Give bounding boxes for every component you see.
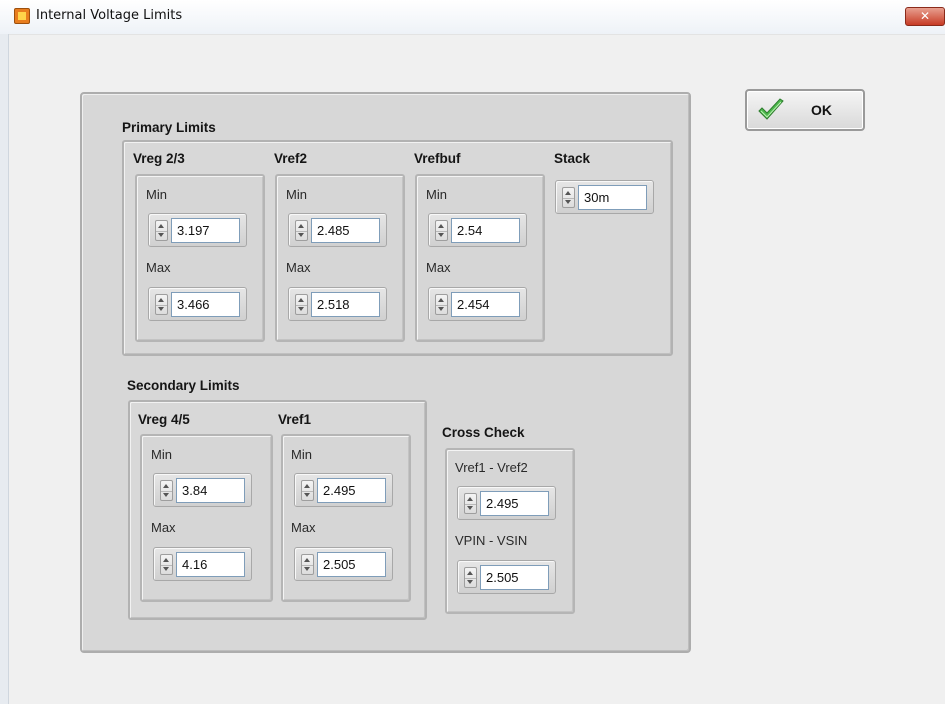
vref2-title: Vref2 [274, 151, 308, 166]
vreg45-min-label: Min [151, 447, 172, 462]
vrefbuf-min-control: 2.54 [428, 213, 527, 247]
dialog-window: Internal Voltage Limits ✕ OK Primary Lim… [0, 0, 945, 704]
title-bar: Internal Voltage Limits ✕ [0, 0, 945, 35]
vreg23-max-control: 3.466 [148, 287, 247, 321]
vrefbuf-min-label: Min [426, 187, 447, 202]
vref1-vref2-label: Vref1 - Vref2 [455, 460, 528, 475]
spinner[interactable] [301, 554, 314, 575]
vrefbuf-max-control: 2.454 [428, 287, 527, 321]
ok-label: OK [811, 102, 832, 118]
decrement-arrow-icon[interactable] [161, 491, 172, 501]
decrement-arrow-icon[interactable] [465, 504, 476, 514]
spinner[interactable] [160, 480, 173, 501]
stack-title: Stack [554, 151, 591, 166]
vpin-vsin-control: 2.505 [457, 560, 556, 594]
decrement-arrow-icon[interactable] [436, 231, 447, 241]
stack-input[interactable]: 30m [578, 185, 647, 210]
vref1-min-label: Min [291, 447, 312, 462]
vreg45-title: Vreg 4/5 [138, 412, 190, 427]
vref1-max-control: 2.505 [294, 547, 393, 581]
spinner[interactable] [562, 187, 575, 208]
decrement-arrow-icon[interactable] [296, 231, 307, 241]
vreg23-min-input[interactable]: 3.197 [171, 218, 240, 243]
vreg23-min-control: 3.197 [148, 213, 247, 247]
primary-limits-label: Primary Limits [122, 120, 216, 135]
window-title: Internal Voltage Limits [36, 8, 183, 23]
spinner[interactable] [155, 220, 168, 241]
vreg45-max-input[interactable]: 4.16 [176, 552, 245, 577]
close-button[interactable]: ✕ [905, 7, 945, 26]
stack-control: 30m [555, 180, 654, 214]
vref1-max-label: Max [291, 520, 316, 535]
decrement-arrow-icon[interactable] [296, 305, 307, 315]
decrement-arrow-icon[interactable] [156, 231, 167, 241]
decrement-arrow-icon[interactable] [156, 305, 167, 315]
labview-app-icon [14, 8, 30, 24]
vref2-min-control: 2.485 [288, 213, 387, 247]
vreg23-max-input[interactable]: 3.466 [171, 292, 240, 317]
vreg45-max-label: Max [151, 520, 176, 535]
spinner[interactable] [301, 480, 314, 501]
ok-button[interactable]: OK [745, 89, 865, 131]
secondary-limits-label: Secondary Limits [127, 378, 240, 393]
spinner[interactable] [295, 294, 308, 315]
spinner[interactable] [435, 220, 448, 241]
vpin-vsin-label: VPIN - VSIN [455, 533, 528, 548]
vref2-max-control: 2.518 [288, 287, 387, 321]
vreg45-min-control: 3.84 [153, 473, 252, 507]
spinner[interactable] [295, 220, 308, 241]
spinner[interactable] [160, 554, 173, 575]
checkmark-icon [758, 98, 784, 120]
window-border [0, 34, 9, 704]
spinner[interactable] [155, 294, 168, 315]
vref2-max-input[interactable]: 2.518 [311, 292, 380, 317]
spinner[interactable] [464, 567, 477, 588]
vref1-min-input[interactable]: 2.495 [317, 478, 386, 503]
vreg45-max-control: 4.16 [153, 547, 252, 581]
decrement-arrow-icon[interactable] [302, 565, 313, 575]
vreg45-min-input[interactable]: 3.84 [176, 478, 245, 503]
decrement-arrow-icon[interactable] [436, 305, 447, 315]
decrement-arrow-icon[interactable] [465, 578, 476, 588]
decrement-arrow-icon[interactable] [563, 198, 574, 208]
vreg23-title: Vreg 2/3 [133, 151, 185, 166]
vrefbuf-max-input[interactable]: 2.454 [451, 292, 520, 317]
vref1-min-control: 2.495 [294, 473, 393, 507]
vref2-min-input[interactable]: 2.485 [311, 218, 380, 243]
vref1-vref2-input[interactable]: 2.495 [480, 491, 549, 516]
vref2-min-label: Min [286, 187, 307, 202]
spinner[interactable] [464, 493, 477, 514]
vrefbuf-min-input[interactable]: 2.54 [451, 218, 520, 243]
vrefbuf-max-label: Max [426, 260, 451, 275]
cross-check-label: Cross Check [442, 425, 525, 440]
vrefbuf-title: Vrefbuf [414, 151, 461, 166]
vref1-max-input[interactable]: 2.505 [317, 552, 386, 577]
vref2-max-label: Max [286, 260, 311, 275]
decrement-arrow-icon[interactable] [161, 565, 172, 575]
vreg23-max-label: Max [146, 260, 171, 275]
vref1-vref2-control: 2.495 [457, 486, 556, 520]
vref1-title: Vref1 [278, 412, 312, 427]
vreg23-min-label: Min [146, 187, 167, 202]
spinner[interactable] [435, 294, 448, 315]
decrement-arrow-icon[interactable] [302, 491, 313, 501]
vpin-vsin-input[interactable]: 2.505 [480, 565, 549, 590]
